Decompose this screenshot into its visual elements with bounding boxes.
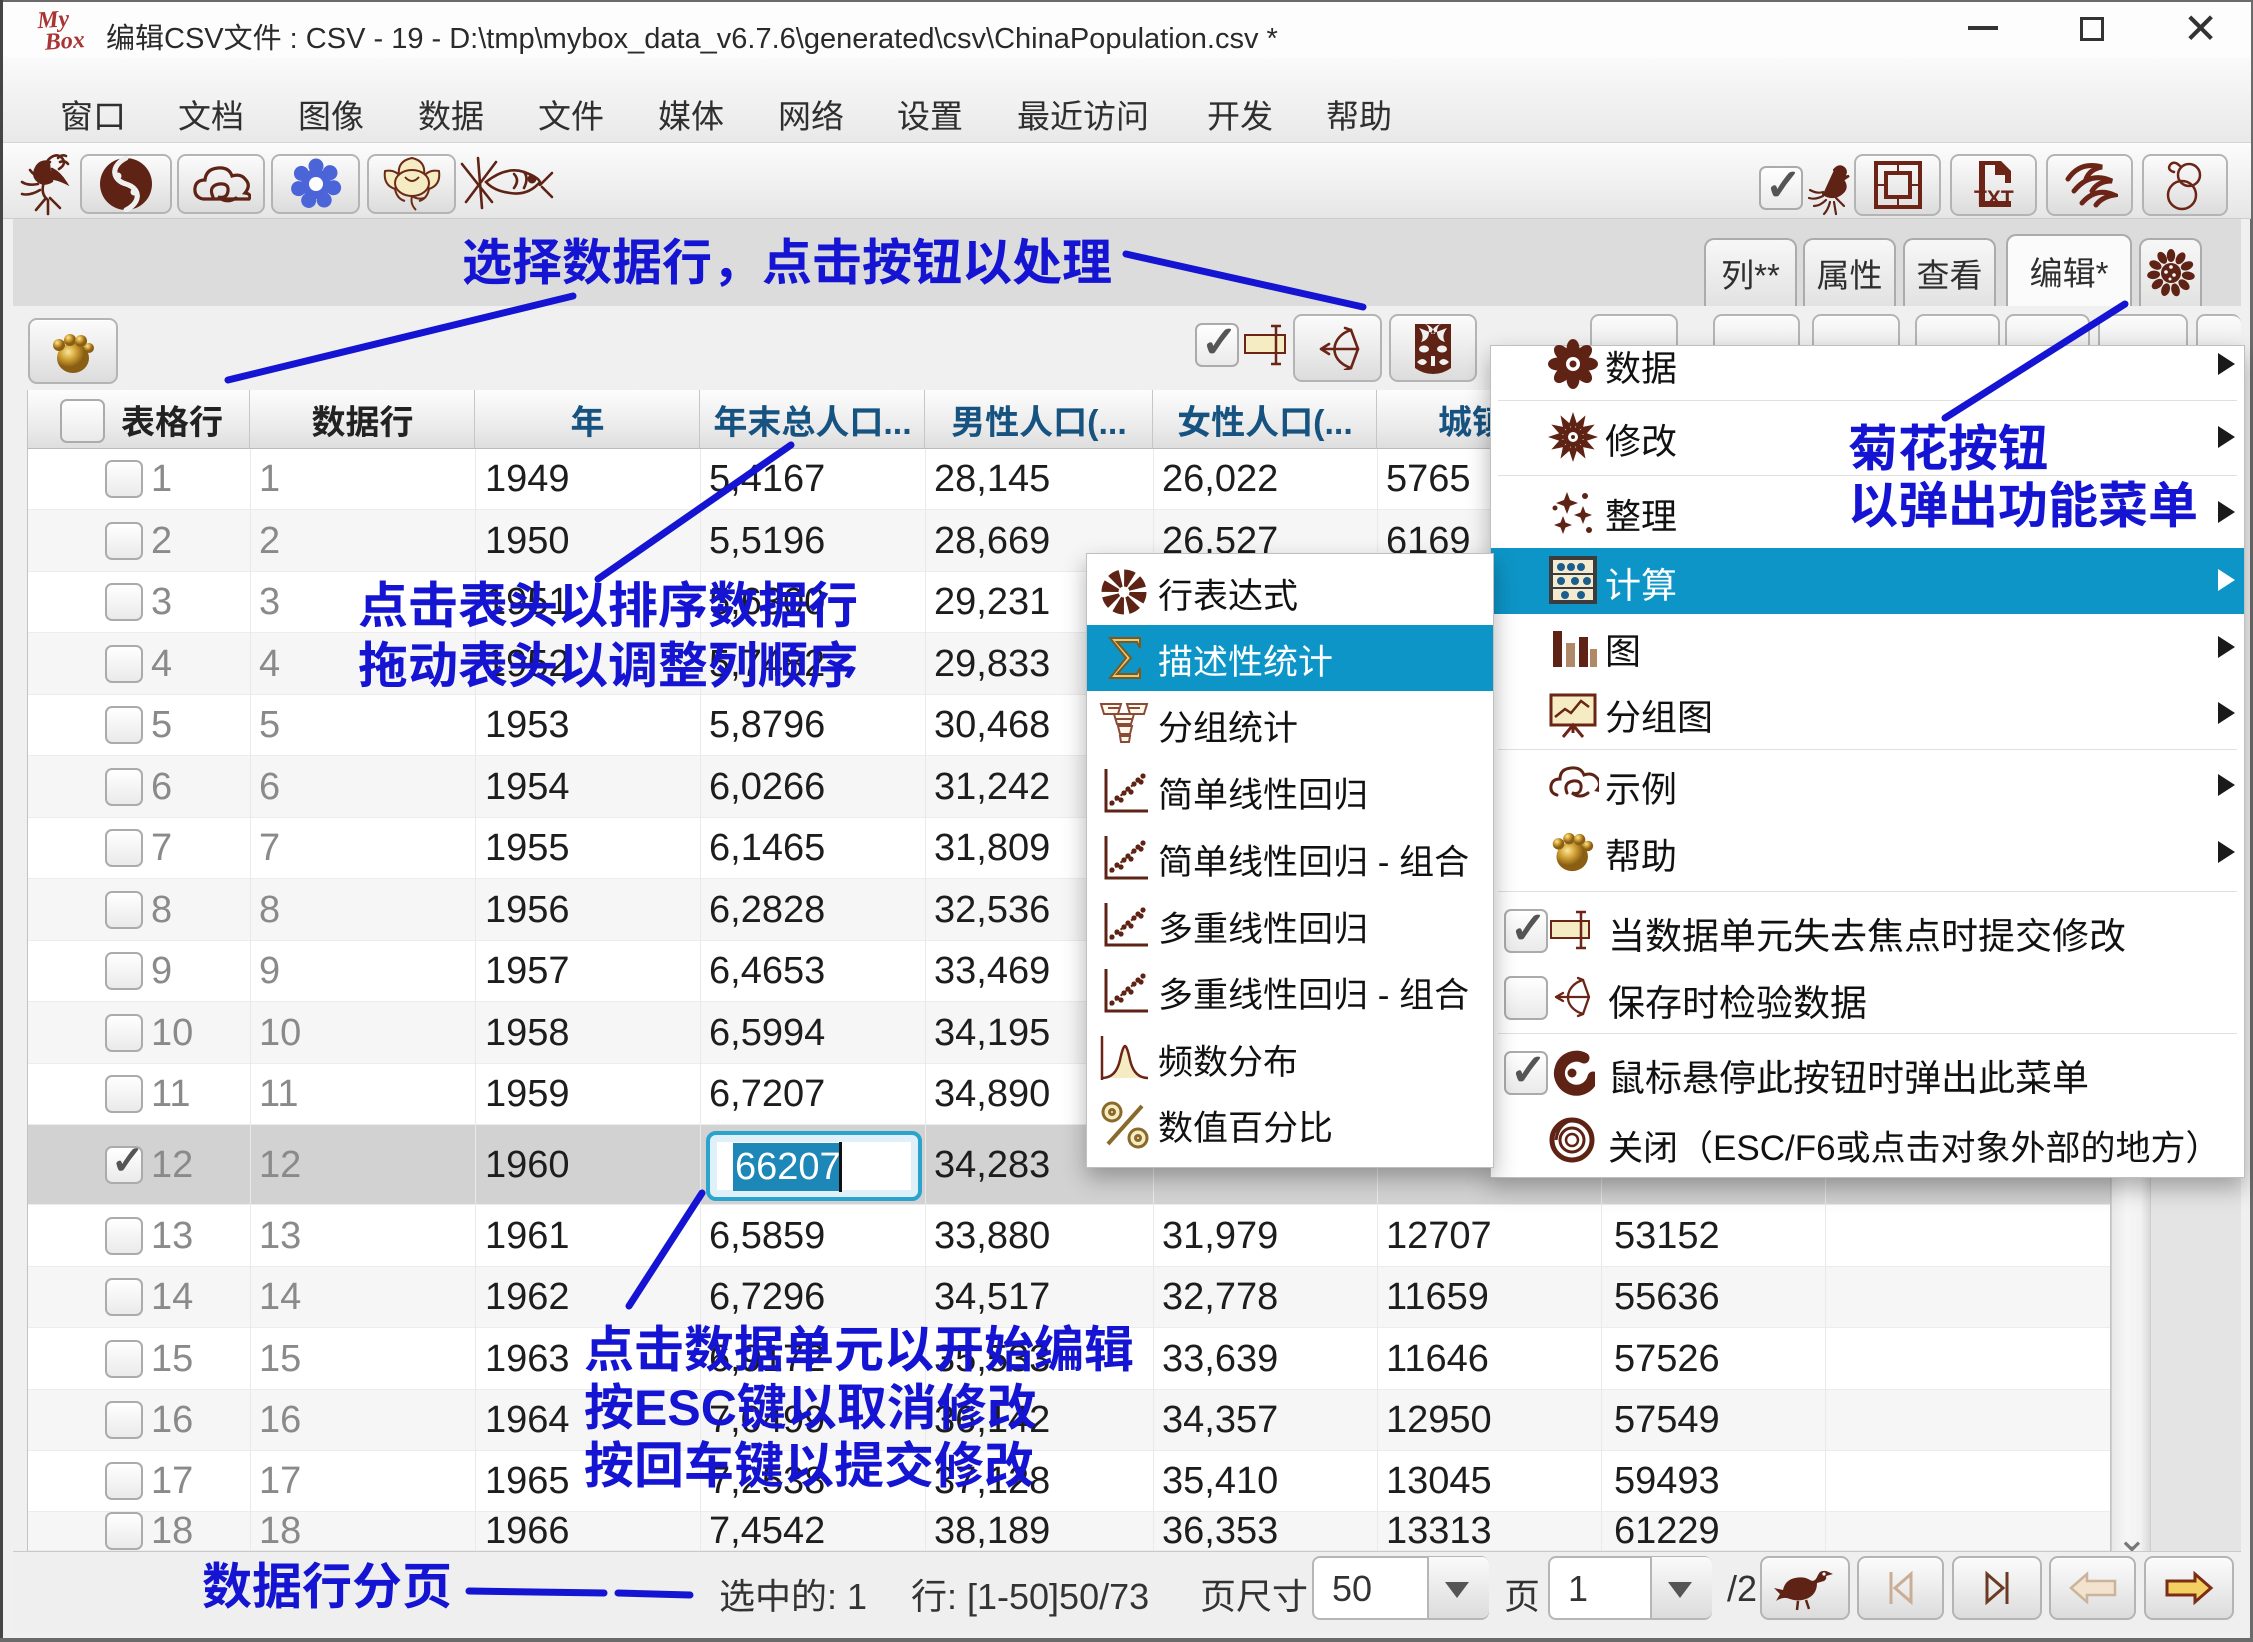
svg-text:TXT: TXT [1974,187,2014,210]
